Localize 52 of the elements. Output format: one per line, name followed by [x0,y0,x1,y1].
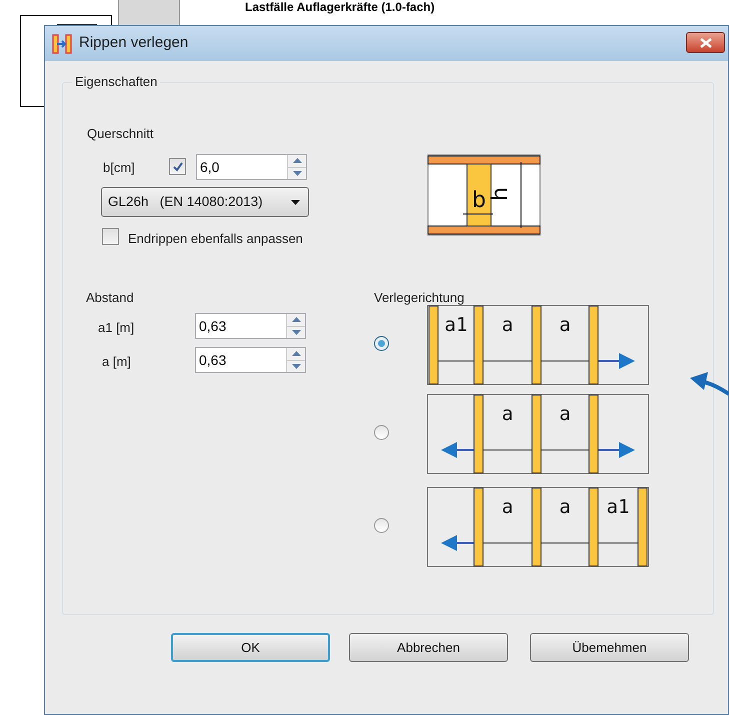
arrow-icon [441,535,457,551]
up-arrow-icon [292,317,300,322]
spin-down-button[interactable] [287,360,305,372]
spin-down-button[interactable] [287,326,305,338]
dimension-label: a1 [444,314,468,336]
checkbox[interactable] [169,158,186,175]
section-label: Querschnitt [87,125,154,143]
app-icon [51,32,73,54]
dimension-label: a [502,314,514,336]
radio-button[interactable] [374,425,389,440]
dimension-label: h [488,187,513,201]
spin-field[interactable]: 6,0 [196,154,307,180]
checkbox[interactable] [102,228,119,245]
arrow-icon [619,442,635,458]
dimension-label: a1 [606,496,630,518]
dimension-label: a [502,496,514,518]
up-arrow-icon [292,351,300,356]
down-arrow-icon [292,330,300,335]
field-label: a1 [m] [98,319,134,337]
section-label: Abstand [86,289,134,307]
spin-up-button[interactable] [288,155,306,168]
down-arrow-icon [292,364,300,369]
radio-button[interactable] [374,336,389,351]
dimension-label: a [559,496,571,518]
section-label: Verlegerichtung [374,289,464,307]
up-arrow-icon [292,158,302,164]
document-heading: Lastfälle Auflagerkräfte (1.0-fach) [245,0,435,16]
spin-up-button[interactable] [287,314,305,326]
dimension-label: b [472,188,486,213]
dimension-label: a [502,403,514,425]
field-label: a [m] [102,353,131,371]
close-icon [700,38,712,48]
dimension-label: a [559,403,571,425]
check-icon [172,160,184,172]
checkbox-label: Endrippen ebenfalls anpassen [128,230,303,248]
dialog-button[interactable]: Übemehmen [530,633,689,662]
spin-field[interactable]: 0,63 [195,313,306,339]
arrow-icon [619,353,635,369]
spin-up-button[interactable] [287,348,305,360]
down-arrow-icon [292,170,302,176]
close-button[interactable] [686,32,725,53]
spin-field[interactable]: 0,63 [195,347,306,373]
arrow-icon [441,442,457,458]
dialog-button[interactable]: Abbrechen [349,633,508,662]
radio-button[interactable] [374,518,389,533]
spin-down-button[interactable] [288,168,306,179]
material-dropdown[interactable]: GL26h (EN 14080:2013) [101,187,309,217]
window-title: Rippen verlegen [79,33,188,54]
caret-icon [291,200,300,204]
field-label: b[cm] [103,159,135,177]
dimension-label: a [559,314,571,336]
dialog-button[interactable]: OK [171,633,330,662]
